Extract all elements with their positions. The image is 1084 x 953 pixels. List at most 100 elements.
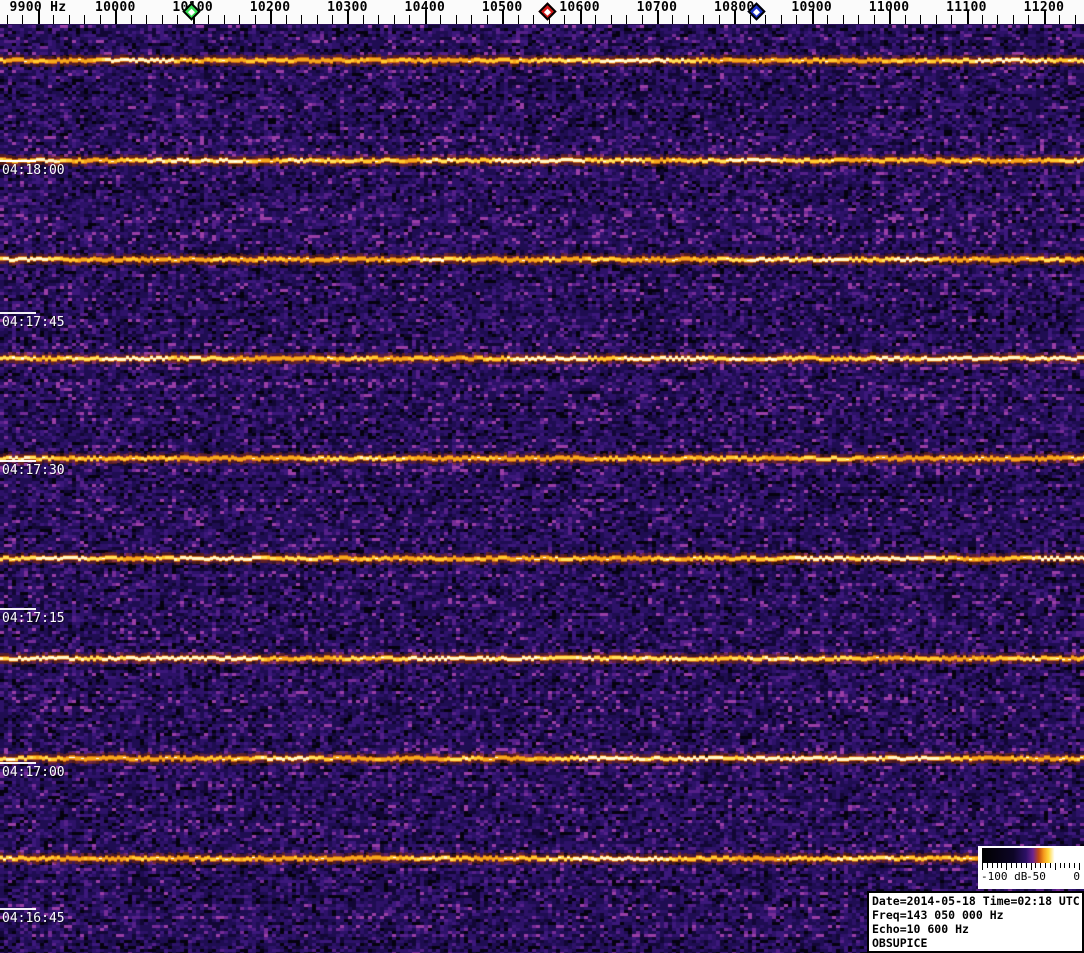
scale-label-min: -100 dB <box>981 870 1028 883</box>
ruler-tick <box>84 15 86 24</box>
scale-tick <box>991 863 993 868</box>
info-station-name: OBSUPICE <box>872 936 928 950</box>
freq-label-10300: 10300 <box>327 0 368 15</box>
ruler-tick <box>1074 15 1076 24</box>
ruler-tick <box>208 15 210 24</box>
waterfall-window: 9900 Hz100001010010200103001040010500106… <box>0 0 1084 953</box>
scale-tick <box>996 863 998 868</box>
ruler-tick <box>285 15 287 24</box>
ruler-tick <box>858 15 860 24</box>
ruler-tick <box>146 15 148 24</box>
ruler-tick <box>7 15 8 24</box>
ruler-tick <box>904 15 906 24</box>
ruler-tick <box>362 15 364 24</box>
ruler-tick <box>1059 15 1061 24</box>
ruler-tick <box>765 15 767 24</box>
ruler-tick <box>1028 15 1030 24</box>
scale-tick <box>1015 863 1017 868</box>
ruler-tick <box>53 15 55 24</box>
info-box: Date=2014-05-18 Time=02:18 UTC Freq=143 … <box>867 891 1084 953</box>
frequency-ruler[interactable]: 9900 Hz100001010010200103001040010500106… <box>0 0 1084 25</box>
ruler-tick <box>177 15 179 24</box>
color-scale-panel: -100 dB -50 0 <box>978 846 1084 889</box>
ruler-tick <box>564 15 566 24</box>
ruler-tick <box>641 15 643 24</box>
ruler-tick <box>935 15 937 24</box>
ruler-tick <box>610 15 612 24</box>
scale-tick <box>1074 863 1076 868</box>
ruler-tick <box>796 15 798 24</box>
ruler-tick <box>595 15 597 24</box>
ruler-tick <box>749 15 751 24</box>
ruler-tick <box>982 15 983 24</box>
scale-tick <box>1069 863 1071 868</box>
freq-label-11100: 11100 <box>946 0 987 15</box>
ruler-tick <box>718 15 720 24</box>
marker-center-dot <box>187 7 195 16</box>
ruler-tick <box>780 15 782 24</box>
ruler-tick <box>873 15 875 24</box>
ruler-tick <box>316 15 318 24</box>
ruler-tick <box>130 15 132 24</box>
ruler-tick <box>997 15 999 24</box>
freq-label-10700: 10700 <box>636 0 678 15</box>
ruler-tick <box>378 15 380 24</box>
freq-label-10400: 10400 <box>404 0 446 15</box>
freq-label-10500: 10500 <box>481 0 523 15</box>
ruler-tick <box>440 15 442 24</box>
ruler-tick <box>1012 15 1014 24</box>
ruler-tick <box>239 15 241 24</box>
ruler-tick <box>626 15 627 24</box>
scale-tick <box>1045 863 1046 868</box>
ruler-tick <box>827 15 829 24</box>
ruler-tick <box>68 15 70 24</box>
scale-tick <box>1035 863 1037 868</box>
scale-tick <box>1049 863 1051 868</box>
info-date-time: Date=2014-05-18 Time=02:18 UTC <box>872 894 1080 908</box>
scale-tick <box>1025 863 1027 868</box>
ruler-tick <box>161 15 163 24</box>
marker-center-dot <box>752 7 760 16</box>
ruler-tick <box>842 15 844 24</box>
scale-tick <box>1011 863 1013 868</box>
ruler-tick <box>951 15 952 24</box>
ruler-tick <box>332 15 333 24</box>
ruler-tick <box>703 15 705 24</box>
ruler-tick <box>409 15 411 24</box>
info-frequency: Freq=143 050 000 Hz <box>872 908 1004 922</box>
scale-tick <box>986 863 988 868</box>
freq-label-9900: 9900 Hz <box>9 0 67 15</box>
ruler-tick <box>533 15 535 24</box>
scale-tick <box>1064 863 1066 868</box>
ruler-tick <box>22 15 24 24</box>
freq-label-10000: 10000 <box>94 0 136 15</box>
marker-red-diamond-icon[interactable] <box>537 2 557 21</box>
scale-tick <box>1006 863 1008 870</box>
ruler-tick <box>920 15 921 24</box>
info-echo-frequency: Echo=10 600 Hz <box>872 922 969 936</box>
freq-label-10600: 10600 <box>559 0 600 15</box>
color-scale-gradient <box>982 848 1080 863</box>
ruler-tick <box>455 15 457 24</box>
scale-tick <box>1054 863 1056 870</box>
ruler-tick <box>471 15 473 24</box>
ruler-tick <box>301 15 302 24</box>
freq-label-10200: 10200 <box>249 0 291 15</box>
scale-label-mid: -50 <box>1026 870 1046 883</box>
scale-tick <box>1040 863 1042 868</box>
ruler-tick <box>486 15 488 24</box>
ruler-tick <box>687 15 689 24</box>
ruler-tick <box>672 15 674 24</box>
scale-tick <box>1059 863 1061 868</box>
scale-tick <box>1020 863 1022 868</box>
ruler-tick <box>517 15 519 24</box>
ruler-tick <box>393 15 395 24</box>
scale-tick <box>982 863 983 870</box>
ruler-tick <box>254 15 256 24</box>
scale-tick <box>1030 863 1032 870</box>
scale-tick <box>1079 863 1080 870</box>
spectrogram-canvas[interactable] <box>0 25 1084 953</box>
freq-label-11000: 11000 <box>868 0 910 15</box>
ruler-tick <box>223 15 225 24</box>
scale-tick <box>1001 863 1003 868</box>
